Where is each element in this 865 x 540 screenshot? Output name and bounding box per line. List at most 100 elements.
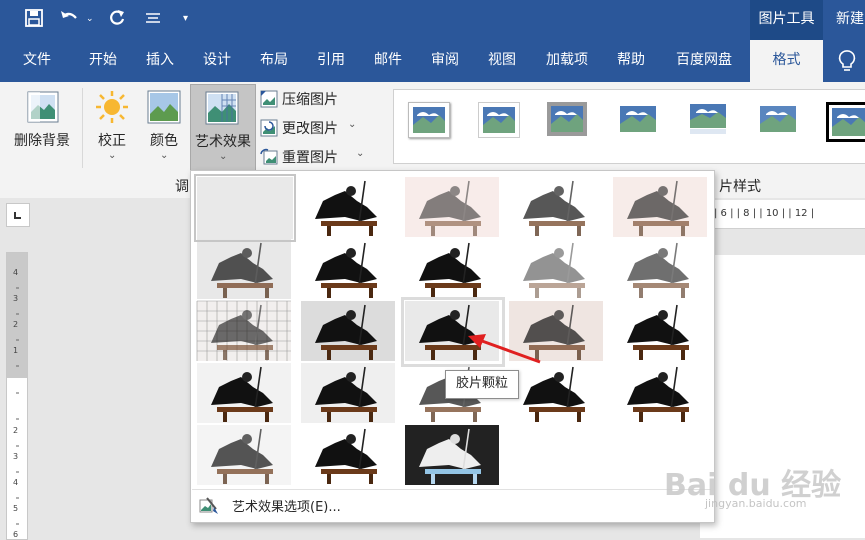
change-picture-label: 更改图片 <box>282 121 338 137</box>
annotation-arrow <box>468 334 541 364</box>
effect-line-drawing[interactable] <box>509 177 605 239</box>
tab-insert[interactable]: 插入 <box>135 40 185 82</box>
picture-tools-title: 图片工具 <box>750 0 823 40</box>
chevron-down-icon: ⌄ <box>108 150 117 161</box>
effect-film-contrast[interactable] <box>301 425 397 487</box>
vertical-ruler: 4321 23456 <box>6 252 28 540</box>
effect-glow-edges[interactable] <box>405 425 501 487</box>
tab-layout[interactable]: 布局 <box>249 40 299 82</box>
tab-mailings[interactable]: 邮件 <box>363 40 413 82</box>
customize-icon[interactable] <box>143 8 163 34</box>
picture-style-thumb[interactable] <box>478 102 520 138</box>
svg-text:4: 4 <box>13 478 18 487</box>
corrections-label: 校正 <box>98 133 126 149</box>
svg-text:3: 3 <box>13 294 18 303</box>
change-picture-button[interactable]: 更改图片 ⌄ <box>258 117 378 139</box>
effect-plastic-wrap[interactable] <box>509 363 605 425</box>
title-bar: ⌄ ▾ 图片工具 新建 <box>0 0 865 40</box>
effect-mosaic[interactable] <box>197 301 293 363</box>
svg-text:4: 4 <box>13 268 18 277</box>
tab-baidu-netdisk[interactable]: 百度网盘 <box>666 40 742 82</box>
change-picture-icon <box>260 119 278 137</box>
remove-background-label: 删除背景 <box>14 133 70 149</box>
picture-style-thumb[interactable] <box>758 102 798 136</box>
menu-separator <box>192 489 711 490</box>
redo-icon[interactable] <box>107 8 127 34</box>
artistic-effects-options-item[interactable]: 艺术效果选项(E)... <box>194 492 711 518</box>
effect-pencil-gray[interactable] <box>405 177 501 239</box>
sun-icon <box>96 91 128 123</box>
compress-pictures-button[interactable]: 压缩图片 <box>258 88 378 110</box>
chevron-down-icon: ⌄ <box>160 150 169 161</box>
effect-blur[interactable] <box>509 239 605 301</box>
group-divider <box>82 88 83 168</box>
horizontal-ruler: | 6 | | 8 | | 10 | | 12 | <box>714 200 865 229</box>
menu-bar: 文件 开始 插入 设计 布局 引用 邮件 审阅 视图 加载项 帮助 百度网盘 格… <box>0 40 865 82</box>
effect-glow-diffused[interactable] <box>405 239 501 301</box>
compress-icon <box>260 90 278 108</box>
effect-marker[interactable] <box>301 177 397 239</box>
paintbrush-icon <box>199 497 218 514</box>
picture-style-thumb[interactable] <box>618 102 658 136</box>
color-label: 颜色 <box>150 133 178 149</box>
reset-picture-icon <box>260 148 278 165</box>
tab-help[interactable]: 帮助 <box>606 40 656 82</box>
color-icon <box>147 90 181 124</box>
tab-view[interactable]: 视图 <box>477 40 527 82</box>
tab-format[interactable]: 格式 <box>750 40 823 82</box>
effect-tooltip: 胶片颗粒 <box>445 370 519 399</box>
svg-text:5: 5 <box>13 504 18 513</box>
picture-styles-group-label: 片样式 <box>719 179 761 195</box>
lightbulb-icon[interactable] <box>838 49 856 77</box>
svg-text:1: 1 <box>13 346 18 355</box>
effect-texturizer[interactable] <box>197 363 293 425</box>
artistic-effects-options-label: 艺术效果选项(E)... <box>232 500 341 515</box>
effect-crisscross[interactable] <box>301 363 397 425</box>
remove-background-button[interactable]: 删除背景 <box>10 82 74 170</box>
reset-picture-label: 重置图片 <box>282 150 338 166</box>
svg-text:3: 3 <box>13 452 18 461</box>
effect-glass[interactable] <box>613 363 709 425</box>
picture-style-thumb[interactable] <box>547 102 587 136</box>
tab-file[interactable]: 文件 <box>12 40 62 82</box>
picture-style-thumb[interactable] <box>826 102 865 142</box>
chevron-down-icon: ⌄ <box>219 151 228 162</box>
svg-text:2: 2 <box>13 320 18 329</box>
tab-home[interactable]: 开始 <box>78 40 128 82</box>
effect-paint-strokes[interactable] <box>197 239 293 301</box>
effect-watercolor[interactable] <box>197 425 293 487</box>
effect-none[interactable] <box>194 174 296 242</box>
tab-selector[interactable] <box>6 203 30 227</box>
effect-light-screen[interactable] <box>613 239 709 301</box>
artistic-effects-gallery <box>190 170 715 523</box>
undo-icon[interactable] <box>58 8 80 34</box>
svg-text:2: 2 <box>13 426 18 435</box>
tab-stop-icon <box>14 212 21 219</box>
effect-paint-brush[interactable] <box>301 239 397 301</box>
tab-references[interactable]: 引用 <box>306 40 356 82</box>
effect-chalk-sketch[interactable] <box>613 177 709 239</box>
artistic-effects-icon <box>205 91 239 125</box>
tab-addins[interactable]: 加载项 <box>538 40 596 82</box>
effect-cement[interactable] <box>301 301 397 363</box>
tab-review[interactable]: 审阅 <box>420 40 470 82</box>
picture-style-thumb[interactable] <box>408 102 450 138</box>
artistic-effects-button[interactable]: 艺术效果 ⌄ <box>190 84 256 172</box>
save-icon[interactable] <box>24 8 44 34</box>
chevron-down-icon: ⌄ <box>348 119 357 130</box>
picture-styles-gallery[interactable] <box>393 89 865 164</box>
effect-cutout[interactable] <box>613 301 709 363</box>
compress-label: 压缩图片 <box>282 92 338 108</box>
color-button[interactable]: 颜色 ⌄ <box>140 82 188 170</box>
qat-more-icon[interactable]: ▾ <box>183 8 188 30</box>
ruler-ticks: 4321 23456 <box>13 268 19 539</box>
corrections-button[interactable]: 校正 ⌄ <box>88 82 136 170</box>
tab-design[interactable]: 设计 <box>192 40 242 82</box>
adjust-group-label: 调 <box>175 179 189 195</box>
document-title: 新建 <box>836 11 864 27</box>
remove-background-icon <box>27 91 59 123</box>
reset-picture-button[interactable]: 重置图片 ⌄ <box>258 146 378 168</box>
picture-style-thumb[interactable] <box>688 102 728 136</box>
undo-dropdown-icon[interactable]: ⌄ <box>86 8 94 30</box>
chevron-down-icon: ⌄ <box>356 148 365 159</box>
